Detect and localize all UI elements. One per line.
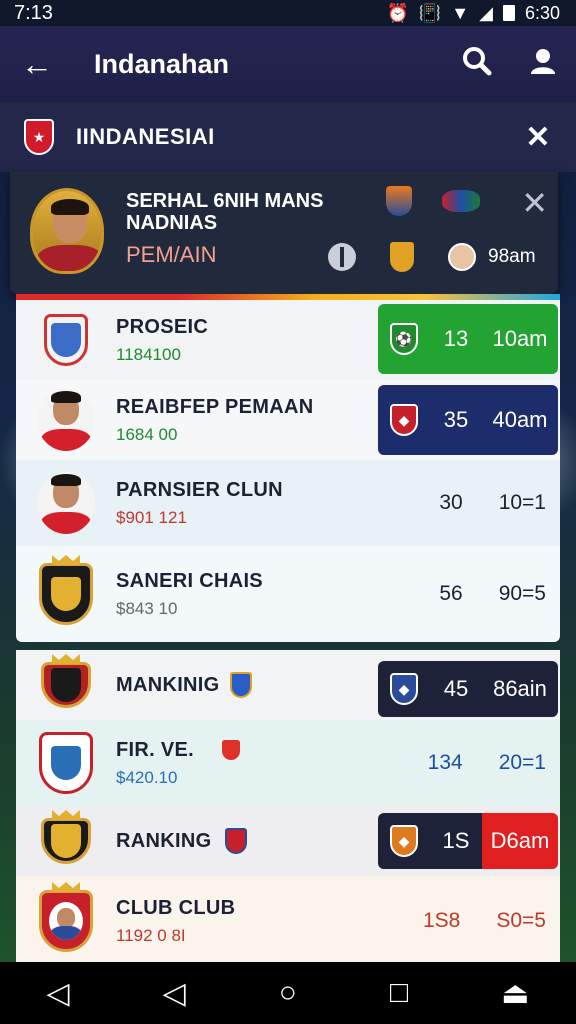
- stat-a: 1S8: [422, 909, 461, 932]
- row-stats: 1S8 S0=5: [423, 909, 546, 933]
- list-item[interactable]: PROSEIC 1184100 ⚽ 13 10am: [16, 300, 560, 380]
- status-clock: 6:30: [524, 2, 560, 23]
- stat-a: 35: [443, 407, 469, 432]
- club-crest-icon: [41, 818, 91, 864]
- tools-icon[interactable]: ✕: [500, 120, 576, 155]
- ranking-list: PROSEIC 1184100 ⚽ 13 10am REAIBFEP PEMAA…: [16, 300, 560, 966]
- shield-icon: ◆: [390, 404, 418, 436]
- stat-a: 13: [443, 326, 469, 351]
- stat-pill[interactable]: ◆ 35 40am: [378, 385, 558, 455]
- status-time: 7:13: [14, 1, 53, 24]
- row-title: FIR. VE.: [116, 738, 194, 761]
- status-icons: ⏰ 📳 ▼ ◢ 6:30: [386, 3, 560, 24]
- club-name: IINDANESIAI: [76, 124, 215, 149]
- club-crest-icon: [39, 563, 93, 625]
- list-item[interactable]: PARNSIER CLUN $901 121 30 10=1: [16, 460, 560, 546]
- club-badge-icon: [386, 186, 412, 216]
- profile-card: SERHAL 6NIH MANS NADNIAS PEM/AIN ✕ 98am: [10, 172, 558, 294]
- stat-b: 10am: [492, 326, 548, 351]
- stat-b: 90=5: [498, 582, 546, 605]
- vibrate-icon: 📳: [418, 2, 442, 23]
- badge-icon: [225, 828, 248, 854]
- shield-icon: ◆: [390, 673, 418, 705]
- stat-a: 56: [439, 582, 463, 605]
- club-crest-icon: [39, 732, 93, 794]
- account-nav-icon[interactable]: ⏏: [501, 976, 529, 1011]
- row-stats: 134 20=1: [428, 751, 546, 775]
- stat-b: 20=1: [498, 751, 546, 774]
- club-crest-icon: [41, 662, 91, 708]
- profile-stat: 98am: [488, 246, 536, 267]
- wifi-icon: ▼: [451, 2, 470, 23]
- player-avatar: [30, 188, 104, 274]
- toggle-icon[interactable]: [328, 243, 356, 271]
- alarm-icon: ⏰: [386, 2, 409, 23]
- row-stats: 30 10=1: [439, 491, 546, 515]
- shield-icon: ⚽: [390, 323, 418, 355]
- stat-a: 45: [443, 676, 469, 701]
- page-title: Indanahan: [94, 48, 230, 79]
- stat-a: 1S: [442, 828, 470, 853]
- stat-b: D6am: [482, 813, 558, 869]
- player-photo: [37, 389, 95, 451]
- status-bar: 7:13 ⏰ 📳 ▼ ◢ 6:30: [0, 0, 576, 26]
- row-title: RANKING: [116, 829, 212, 852]
- battery-icon: [502, 5, 515, 21]
- stat-b: S0=5: [496, 909, 546, 932]
- list-item[interactable]: FIR. VE. $420.10 134 20=1: [16, 720, 560, 806]
- stat-pill[interactable]: ◆ 1S D6am: [378, 813, 558, 869]
- club-crest-icon: [44, 314, 88, 366]
- gold-badge-icon: [390, 242, 414, 272]
- profile-badges: [386, 186, 480, 216]
- list-item[interactable]: CLUB CLUB 1192 0 8I 1S8 S0=5: [16, 876, 560, 966]
- app-bar: ← Indanahan: [0, 26, 576, 102]
- flag-badge-icon: [442, 190, 480, 212]
- club-shield-icon: ★: [24, 119, 54, 155]
- row-stats: 56 90=5: [439, 582, 546, 606]
- list-item[interactable]: REAIBFEP PEMAAN 1684 00 ◆ 35 40am: [16, 380, 560, 460]
- stat-pill[interactable]: ◆ 45 86ain: [378, 661, 558, 717]
- profile-meta: 98am: [328, 242, 536, 272]
- profile-icon[interactable]: [510, 47, 576, 82]
- search-icon[interactable]: [444, 46, 510, 83]
- stat-a: 134: [427, 751, 463, 774]
- stat-b: 40am: [492, 407, 548, 432]
- stat-b: 86ain: [493, 676, 547, 701]
- system-nav-bar: ◁ ◁ ○ □ ⏏: [0, 962, 576, 1024]
- back-arrow-icon[interactable]: ←: [0, 46, 74, 83]
- list-item[interactable]: RANKING ◆ 1S D6am: [16, 806, 560, 876]
- profile-name: SERHAL 6NIH MANS NADNIAS: [126, 190, 324, 234]
- list-item[interactable]: SANERI CHAIS $843 10 56 90=5: [16, 546, 560, 642]
- shield-icon: ◆: [390, 825, 418, 857]
- signal-icon: ◢: [479, 2, 493, 23]
- mini-avatar: [448, 243, 476, 271]
- close-icon[interactable]: ✕: [521, 184, 548, 222]
- flag-icon: [221, 740, 240, 760]
- home-nav-icon[interactable]: ○: [279, 976, 297, 1010]
- stat-a: 30: [439, 491, 463, 514]
- back-nav-icon[interactable]: ◁: [47, 976, 70, 1011]
- stat-pill[interactable]: ⚽ 13 10am: [378, 304, 558, 374]
- row-title: MANKINIG: [116, 673, 220, 696]
- club-header: ★ IINDANESIAI ✕: [0, 102, 576, 172]
- player-photo: [37, 472, 95, 534]
- profile-role: PEM/AIN: [126, 242, 217, 267]
- back-nav-icon-2[interactable]: ◁: [163, 976, 186, 1011]
- badge-icon: [229, 672, 252, 698]
- recents-nav-icon[interactable]: □: [390, 976, 408, 1010]
- list-item[interactable]: MANKINIG ◆ 45 86ain: [16, 650, 560, 720]
- stat-b: 10=1: [498, 491, 546, 514]
- club-crest-icon: [39, 890, 93, 952]
